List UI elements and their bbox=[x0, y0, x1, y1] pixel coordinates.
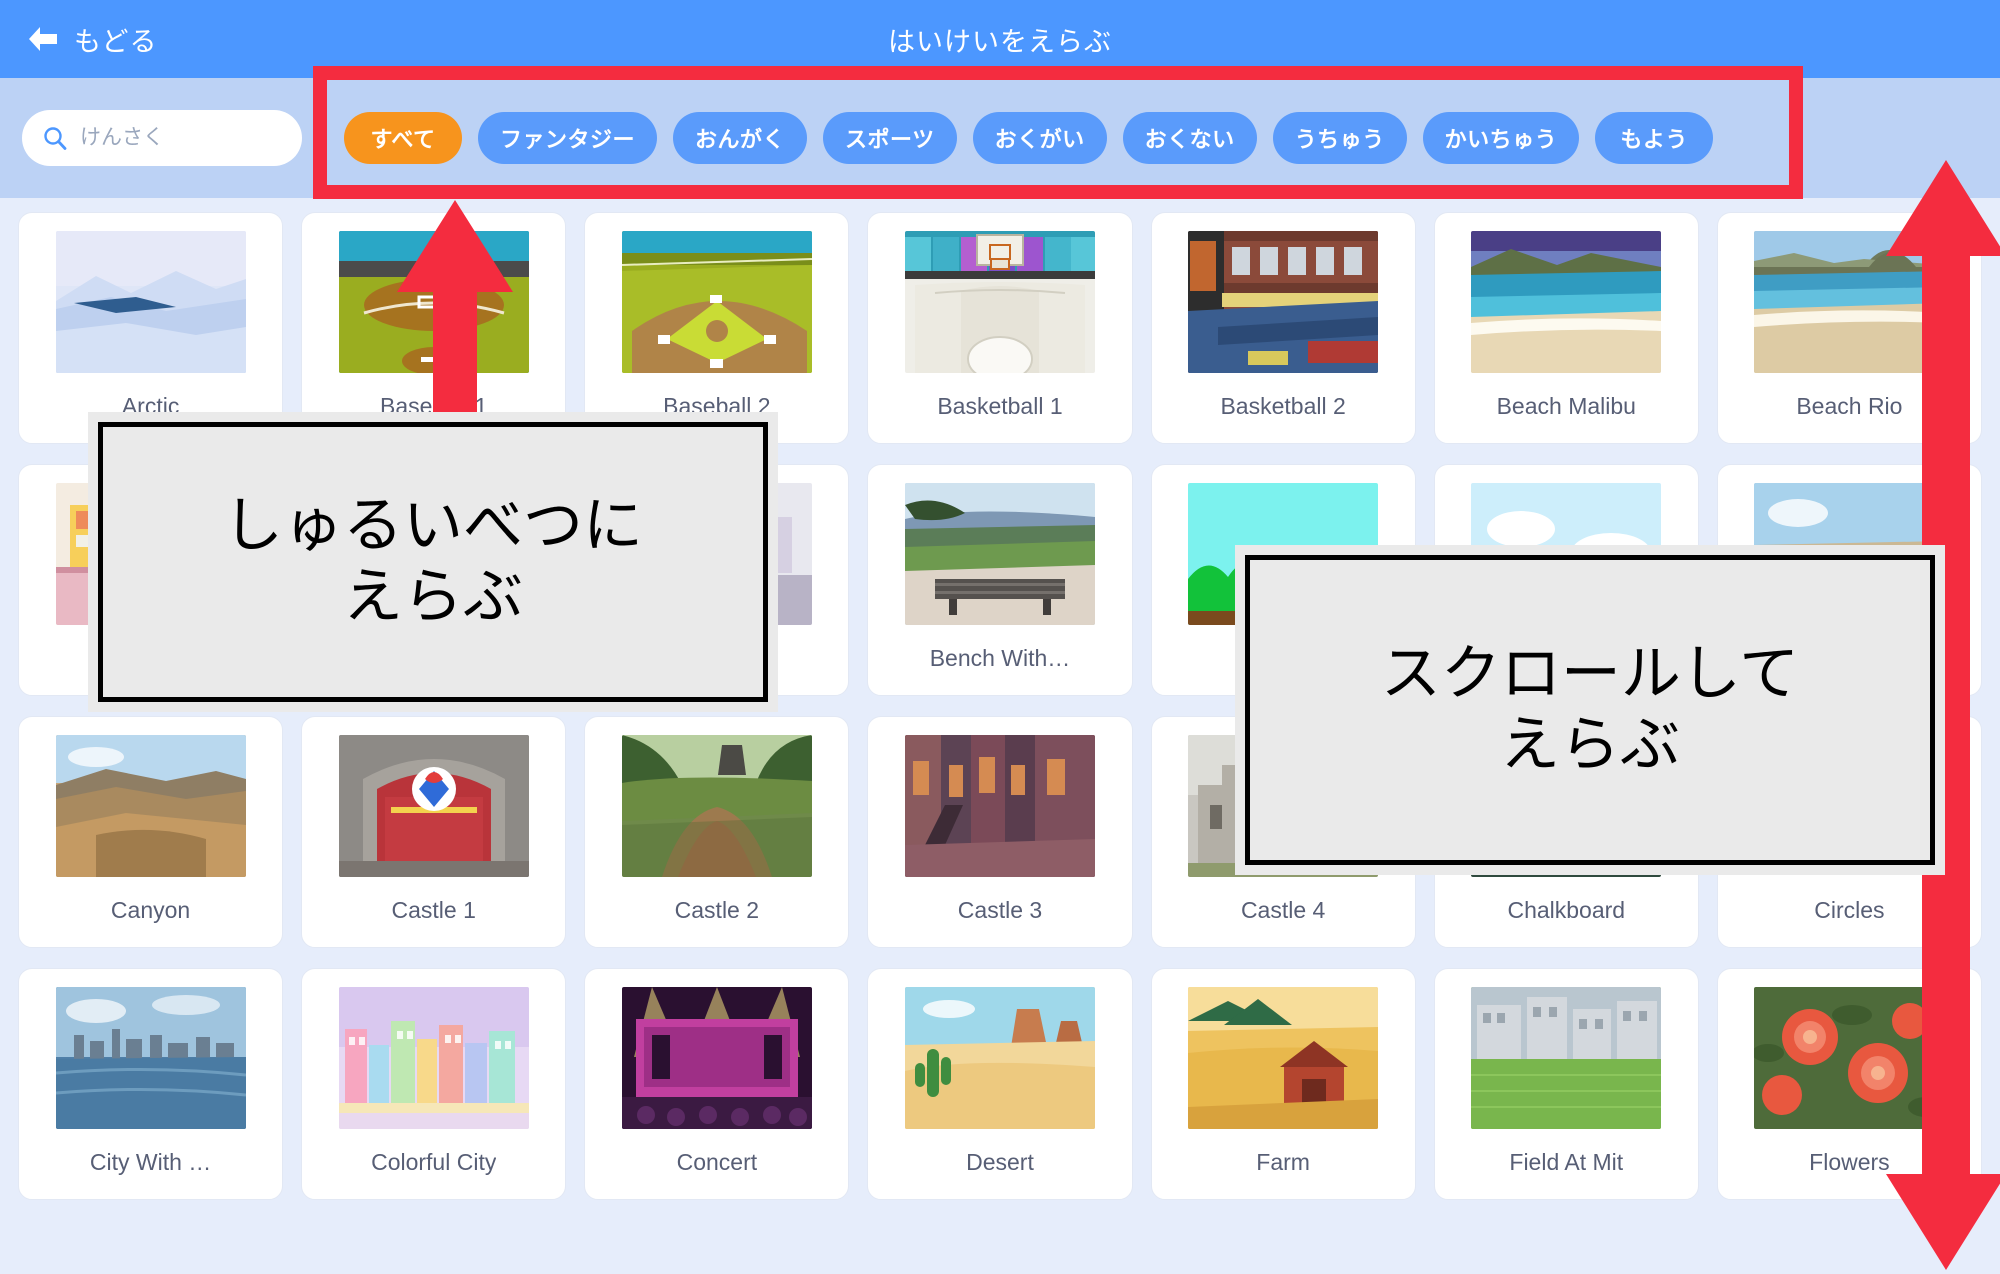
callout-scroll-to-choose: スクロールして えらぶ bbox=[1235, 545, 1945, 875]
backdrop-card-label: Beach Malibu bbox=[1497, 393, 1636, 420]
farm-thumb bbox=[1188, 987, 1378, 1129]
backdrop-card-label: Desert bbox=[966, 1149, 1034, 1176]
back-button-label: もどる bbox=[74, 20, 157, 59]
search-input[interactable] bbox=[80, 126, 270, 150]
backdrop-card[interactable]: Baseball 1 bbox=[301, 212, 566, 444]
backdrop-card[interactable]: Beach Malibu bbox=[1434, 212, 1699, 444]
backdrop-card[interactable]: Farm bbox=[1151, 968, 1416, 1200]
callout-choose-by-type: しゅるいべつに えらぶ bbox=[88, 412, 778, 712]
backdrop-card-label: Basketball 1 bbox=[937, 393, 1062, 420]
basketball2-thumb bbox=[1188, 231, 1378, 373]
desert-thumb bbox=[905, 987, 1095, 1129]
category-chip[interactable]: すべて bbox=[344, 112, 462, 164]
category-chip[interactable]: ファンタジー bbox=[478, 112, 657, 164]
category-chip[interactable]: かいちゅう bbox=[1423, 112, 1580, 164]
backdrop-card-label: Farm bbox=[1256, 1149, 1310, 1176]
filter-bar: すべてファンタジーおんがくスポーツおくがいおくないうちゅうかいちゅうもよう bbox=[0, 78, 2000, 198]
top-bar: もどる はいけいをえらぶ bbox=[0, 0, 2000, 78]
backdrop-card-label: City With … bbox=[90, 1149, 211, 1176]
baseball1-thumb bbox=[339, 231, 529, 373]
category-chip[interactable]: うちゅう bbox=[1273, 112, 1407, 164]
category-chip[interactable]: もよう bbox=[1595, 112, 1713, 164]
backdrop-card[interactable]: City With … bbox=[18, 968, 283, 1200]
castle1-thumb bbox=[339, 735, 529, 877]
left-arrow-icon bbox=[26, 24, 60, 54]
page-title: はいけいをえらぶ bbox=[0, 0, 2000, 78]
backdrop-card[interactable]: Field At Mit bbox=[1434, 968, 1699, 1200]
backdrop-card[interactable]: Castle 1 bbox=[301, 716, 566, 948]
arctic-thumb bbox=[56, 231, 246, 373]
beach-malibu-thumb bbox=[1471, 231, 1661, 373]
backdrop-card[interactable]: Bench With… bbox=[867, 464, 1132, 696]
callout-choose-by-type-line-2: えらぶ bbox=[343, 562, 523, 633]
backdrop-card-label: Beach Rio bbox=[1796, 393, 1902, 420]
search-box[interactable] bbox=[22, 110, 302, 166]
backdrop-card-label: Field At Mit bbox=[1509, 1149, 1623, 1176]
backdrop-card-label: Castle 4 bbox=[1241, 897, 1325, 924]
backdrop-card[interactable]: Baseball 2 bbox=[584, 212, 849, 444]
flowers-thumb bbox=[1754, 987, 1944, 1129]
backdrop-card-label: Colorful City bbox=[371, 1149, 496, 1176]
background-picker-screen: もどる はいけいをえらぶ すべてファンタジーおんがくスポーツおくがいおくないうち… bbox=[0, 0, 2000, 1274]
baseball2-thumb bbox=[622, 231, 812, 373]
callout-choose-by-type-line-1: しゅるいべつに bbox=[223, 491, 643, 562]
field-at-mit-thumb bbox=[1471, 987, 1661, 1129]
backdrop-card[interactable]: Basketball 2 bbox=[1151, 212, 1416, 444]
back-button[interactable]: もどる bbox=[26, 20, 157, 59]
backdrop-card[interactable]: Beach Rio bbox=[1717, 212, 1982, 444]
basketball1-thumb bbox=[905, 231, 1095, 373]
concert-thumb bbox=[622, 987, 812, 1129]
backdrop-card-label: Flowers bbox=[1809, 1149, 1890, 1176]
callout-scroll-to-choose-line-1: スクロールして bbox=[1381, 639, 1799, 710]
backdrop-card-label: Circles bbox=[1814, 897, 1884, 924]
backdrop-card[interactable]: Castle 3 bbox=[867, 716, 1132, 948]
callout-scroll-to-choose-line-2: えらぶ bbox=[1500, 710, 1680, 781]
backdrop-card-label: Castle 3 bbox=[958, 897, 1042, 924]
backdrop-card[interactable]: Basketball 1 bbox=[867, 212, 1132, 444]
canyon-thumb bbox=[56, 735, 246, 877]
backdrop-card-label: Basketball 2 bbox=[1220, 393, 1345, 420]
castle3-thumb bbox=[905, 735, 1095, 877]
backdrop-card-label: Canyon bbox=[111, 897, 190, 924]
backdrop-card-label: Concert bbox=[677, 1149, 758, 1176]
backdrop-card-label: Bench With… bbox=[930, 645, 1071, 672]
category-chip[interactable]: おくがい bbox=[973, 112, 1107, 164]
backdrop-card[interactable]: Colorful City bbox=[301, 968, 566, 1200]
backdrop-card-label: Castle 1 bbox=[392, 897, 476, 924]
category-chip[interactable]: おくない bbox=[1123, 112, 1257, 164]
backdrop-card[interactable]: Arctic bbox=[18, 212, 283, 444]
category-chip[interactable]: スポーツ bbox=[823, 112, 957, 164]
bench-thumb bbox=[905, 483, 1095, 625]
search-icon bbox=[42, 125, 68, 151]
beach-rio-thumb bbox=[1754, 231, 1944, 373]
backdrop-card[interactable]: Canyon bbox=[18, 716, 283, 948]
city-thumb bbox=[56, 987, 246, 1129]
backdrop-card-label: Chalkboard bbox=[1507, 897, 1625, 924]
colorful-city-thumb bbox=[339, 987, 529, 1129]
backdrop-card[interactable]: Concert bbox=[584, 968, 849, 1200]
backdrop-card[interactable]: Castle 2 bbox=[584, 716, 849, 948]
backdrop-card[interactable]: Desert bbox=[867, 968, 1132, 1200]
category-filter-list: すべてファンタジーおんがくスポーツおくがいおくないうちゅうかいちゅうもよう bbox=[344, 112, 1713, 164]
backdrop-card-label: Castle 2 bbox=[675, 897, 759, 924]
castle2-thumb bbox=[622, 735, 812, 877]
category-chip[interactable]: おんがく bbox=[673, 112, 807, 164]
backdrop-card[interactable]: Flowers bbox=[1717, 968, 1982, 1200]
